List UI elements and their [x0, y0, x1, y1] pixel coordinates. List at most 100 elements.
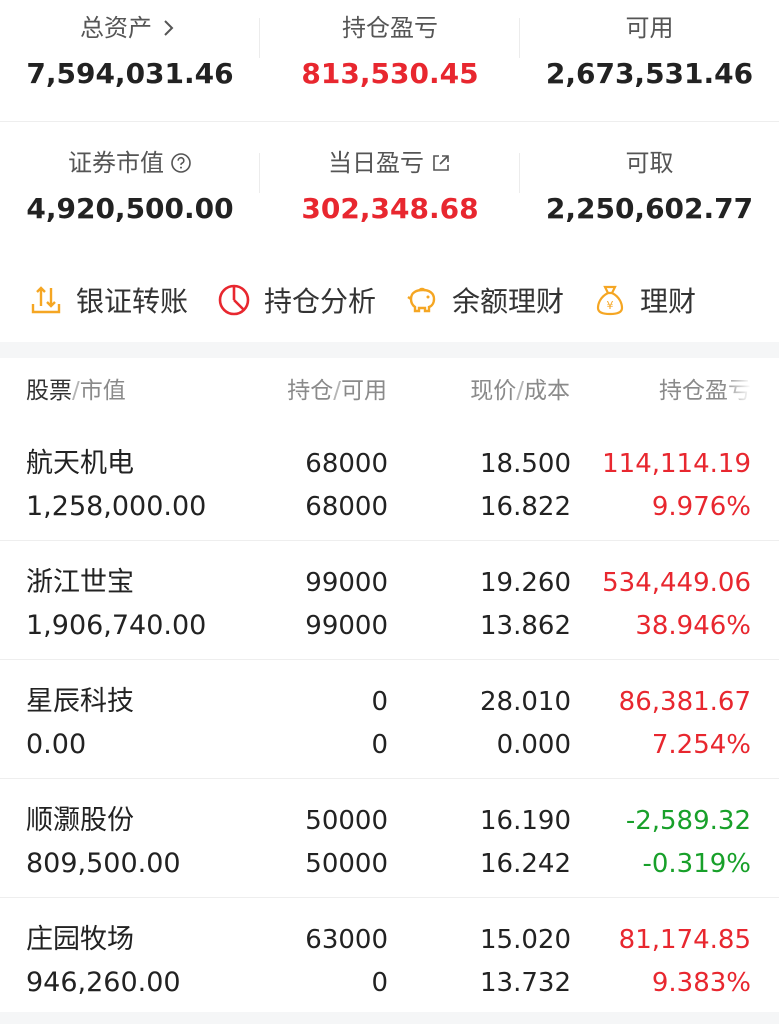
header-available: 可用 [341, 378, 387, 404]
stock-name: 浙江世宝 [26, 567, 134, 598]
stock-available: 50000 [305, 849, 388, 879]
stock-name: 庄园牧场 [26, 924, 134, 955]
bank-transfer-button[interactable]: 银证转账 [28, 280, 188, 320]
stock-pl-percent: 9.976% [651, 492, 751, 522]
position-analysis-label: 持仓分析 [264, 285, 377, 318]
chevron-right-icon [164, 20, 174, 36]
header-cost: 成本 [524, 378, 570, 404]
stock-available: 0 [371, 968, 388, 998]
stock-available: 0 [371, 730, 388, 760]
withdrawable-cell: 可取 2,250,602.77 [520, 135, 779, 245]
header-holding-available[interactable]: 持仓/可用 [287, 376, 387, 406]
position-pl-value: 813,530.45 [301, 57, 479, 90]
stock-pl-percent: 7.254% [651, 730, 751, 760]
stock-holding: 68000 [305, 449, 388, 479]
money-bag-icon: ¥ [596, 285, 624, 316]
wealth-management-button[interactable]: ¥ 理财 [592, 280, 696, 320]
stock-cost: 0.000 [496, 730, 571, 760]
summary-divider [0, 121, 779, 122]
header-separator: / [333, 378, 341, 404]
daily-pl-value: 302,348.68 [301, 192, 479, 225]
header-market-value: 市值 [79, 378, 126, 404]
header-price-cost[interactable]: 现价/成本 [470, 376, 570, 406]
table-row[interactable]: 庄园牧场 946,260.00 63000 0 15.020 13.732 81… [0, 898, 779, 1017]
stock-price: 16.190 [480, 806, 571, 836]
header-separator: / [516, 378, 524, 404]
withdrawable-label: 可取 [625, 149, 674, 177]
stock-cost: 16.822 [480, 492, 571, 522]
available-value: 2,673,531.46 [545, 57, 754, 90]
stock-pl: 81,174.85 [618, 925, 751, 955]
stock-available: 99000 [305, 611, 388, 641]
header-price: 现价 [470, 378, 517, 404]
stock-cost: 13.862 [480, 611, 571, 641]
table-header: 股票/市值 持仓/可用 现价/成本 持仓盈亏 [0, 358, 779, 422]
stock-pl-percent: 9.383% [651, 968, 751, 998]
header-separator: / [72, 378, 80, 404]
section-separator [0, 342, 779, 358]
daily-pl-cell[interactable]: 当日盈亏 302,348.68 [260, 135, 520, 245]
stock-pl-percent: 38.946% [635, 611, 751, 641]
market-value-label: 证券市值 [68, 149, 164, 177]
external-link-icon[interactable] [430, 152, 452, 174]
piggy-bank-icon [407, 287, 436, 313]
stock-price: 15.020 [480, 925, 571, 955]
total-assets-label: 总资产 [80, 14, 152, 42]
stock-market-value: 1,258,000.00 [26, 491, 207, 522]
holdings-table: 股票/市值 持仓/可用 现价/成本 持仓盈亏 航天机电 1,258,000.00… [0, 358, 779, 1017]
summary-row-1: 总资产 7,594,031.46 持仓盈亏 813,530.45 可用 2,67… [0, 0, 779, 110]
table-row[interactable]: 星辰科技 0.00 0 0 28.010 0.000 86,381.67 7.2… [0, 660, 779, 779]
stock-holding: 50000 [305, 806, 388, 836]
total-assets-value: 7,594,031.46 [26, 57, 234, 90]
bottom-separator [0, 1012, 779, 1024]
stock-market-value: 946,260.00 [26, 967, 181, 998]
help-icon[interactable] [170, 152, 192, 174]
stock-pl: 86,381.67 [618, 687, 751, 717]
market-value-cell: 证券市值 4,920,500.00 [0, 135, 260, 245]
stock-holding: 63000 [305, 925, 388, 955]
stock-name: 星辰科技 [26, 686, 134, 717]
wealth-management-label: 理财 [640, 285, 697, 318]
stock-pl: 114,114.19 [602, 449, 751, 479]
table-row[interactable]: 航天机电 1,258,000.00 68000 68000 18.500 16.… [0, 422, 779, 541]
bank-transfer-label: 银证转账 [76, 285, 189, 318]
table-row[interactable]: 顺灏股份 809,500.00 50000 50000 16.190 16.24… [0, 779, 779, 898]
position-analysis-button[interactable]: 持仓分析 [216, 280, 376, 320]
header-stock-market-value: 股票/市值 [26, 376, 126, 406]
stock-available: 68000 [305, 492, 388, 522]
transfer-icon [31, 286, 61, 314]
withdrawable-value: 2,250,602.77 [545, 192, 754, 225]
available-cell: 可用 2,673,531.46 [520, 0, 779, 110]
summary-row-2: 证券市值 4,920,500.00 当日盈亏 302,348.68 可取 2,2… [0, 135, 779, 245]
quick-actions: 银证转账 持仓分析 余额理财 ¥ 理财 [0, 258, 779, 342]
stock-holding: 0 [371, 687, 388, 717]
market-value-value: 4,920,500.00 [26, 192, 234, 225]
stock-name: 顺灏股份 [26, 805, 134, 836]
header-position-pl[interactable]: 持仓盈亏 [659, 376, 751, 406]
daily-pl-label: 当日盈亏 [328, 149, 424, 177]
header-stock: 股票 [26, 378, 72, 404]
stock-pl: 534,449.06 [602, 568, 751, 598]
stock-price: 28.010 [480, 687, 571, 717]
svg-text:¥: ¥ [607, 299, 614, 312]
stock-price: 19.260 [480, 568, 571, 598]
stock-market-value: 809,500.00 [26, 848, 181, 879]
stock-price: 18.500 [480, 449, 571, 479]
stock-cost: 16.242 [480, 849, 571, 879]
table-row[interactable]: 浙江世宝 1,906,740.00 99000 99000 19.260 13.… [0, 541, 779, 660]
total-assets-cell[interactable]: 总资产 7,594,031.46 [0, 0, 260, 110]
balance-finance-button[interactable]: 余额理财 [404, 280, 564, 320]
position-pl-cell: 持仓盈亏 813,530.45 [260, 0, 520, 110]
stock-pl-percent: -0.319% [642, 849, 751, 879]
stock-name: 航天机电 [26, 448, 134, 479]
asset-summary: 总资产 7,594,031.46 持仓盈亏 813,530.45 可用 2,67… [0, 0, 779, 258]
balance-finance-label: 余额理财 [452, 285, 565, 318]
header-holding: 持仓 [287, 378, 334, 404]
stock-market-value: 0.00 [26, 729, 87, 760]
pie-chart-icon [218, 284, 250, 316]
stock-pl: -2,589.32 [625, 806, 751, 836]
position-pl-label: 持仓盈亏 [342, 14, 438, 42]
stock-holding: 99000 [305, 568, 388, 598]
available-label: 可用 [625, 14, 674, 42]
total-assets-label-wrap[interactable]: 总资产 [0, 12, 260, 44]
